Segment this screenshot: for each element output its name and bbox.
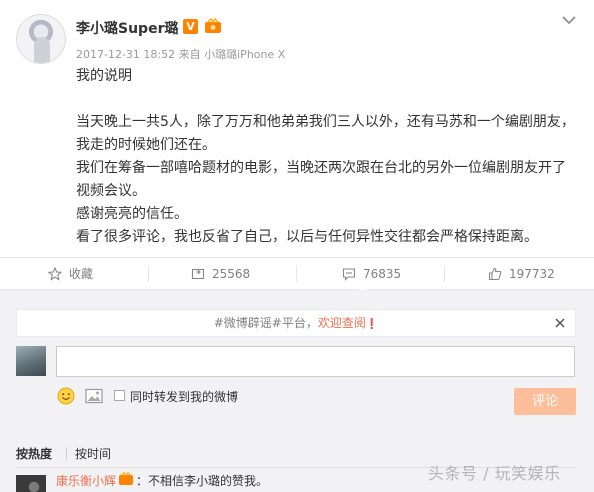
- my-avatar[interactable]: [16, 346, 46, 376]
- post-timestamp[interactable]: 2017-12-31 18:52 来自 小璐璐: [76, 48, 237, 61]
- weibo-post: 李小璐Super璐 V 2017-12-31 18:52 来自 小璐璐iPhon…: [0, 0, 594, 257]
- post-content: 我的说明 当天晚上一共5人，除了万万和他弟弟我们三人以外，还有马苏和一个编剧朋友…: [76, 65, 576, 249]
- comment-text: ：不相信李小璐的赞我。: [136, 474, 269, 488]
- post-paragraph: 我走的时候她们还在。: [76, 137, 216, 153]
- post-paragraph: 我们在筹备一部嘻哈题材的电影，当晚还两次跟在台北的另外一位编剧朋友开了: [76, 160, 566, 176]
- sort-by-time[interactable]: 按时间: [75, 445, 111, 462]
- notice-mark: ❗: [365, 319, 379, 330]
- chevron-down-icon[interactable]: [560, 12, 578, 28]
- favorite-label: 收藏: [69, 267, 94, 281]
- like-icon: [488, 267, 502, 280]
- commenter-avatar[interactable]: [16, 475, 46, 492]
- divider: [296, 266, 297, 282]
- post-meta: 2017-12-31 18:52 来自 小璐璐iPhone X: [76, 46, 285, 62]
- star-icon: [48, 266, 62, 281]
- emoji-icon[interactable]: [57, 387, 75, 405]
- comment-icon: [342, 267, 356, 281]
- like-button[interactable]: 197732: [488, 258, 555, 289]
- like-count: 197732: [509, 266, 555, 281]
- rumor-notice: #微博辟谣#平台，欢迎查阅❗: [16, 309, 576, 337]
- member-icon[interactable]: [204, 18, 222, 34]
- post-paragraph: 看了很多评论，我也反省了自己，以后与任何异性交往都会严格保持距离。: [76, 229, 538, 245]
- divider: [444, 266, 445, 282]
- repost-icon: [191, 268, 205, 279]
- sort-by-hot[interactable]: 按热度: [16, 445, 52, 462]
- picture-icon[interactable]: [85, 388, 103, 404]
- divider: [148, 266, 149, 282]
- post-paragraph: 视频会议。: [76, 183, 146, 199]
- user-avatar[interactable]: [16, 14, 66, 64]
- post-paragraph: 感谢亮亮的信任。: [76, 206, 188, 222]
- member-icon: [119, 472, 133, 485]
- post-paragraph: 我的说明: [76, 68, 132, 84]
- comment-button[interactable]: 76835: [342, 258, 401, 289]
- close-icon[interactable]: [554, 317, 566, 329]
- favorite-button[interactable]: 收藏: [48, 258, 93, 289]
- submit-comment-button[interactable]: 评论: [514, 388, 576, 415]
- repost-checkbox-label[interactable]: 同时转发到我的微博: [130, 388, 238, 405]
- post-paragraph: 当天晚上一共5人，除了万万和他弟弟我们三人以外，还有马苏和一个编剧朋友，: [76, 114, 575, 130]
- repost-button[interactable]: 25568: [191, 258, 250, 289]
- comment-count: 76835: [363, 266, 402, 281]
- notice-text: #微博辟谣#平台，: [213, 316, 318, 330]
- action-bar: 收藏 25568 76835 197732: [0, 257, 594, 295]
- comment-input[interactable]: [56, 346, 575, 377]
- comment-panel: #微博辟谣#平台，欢迎查阅❗ 同时转发到我的微博 评论 按热度 按时间 康乐衡小…: [0, 290, 594, 492]
- commenter-name[interactable]: 康乐衡小辉: [56, 472, 116, 489]
- divider: [66, 447, 67, 460]
- watermark: 头条号 / 玩笑娱乐: [428, 464, 561, 483]
- repost-count: 25568: [212, 266, 251, 281]
- post-device: iPhone X: [237, 48, 286, 61]
- verified-icon: V: [183, 19, 198, 34]
- post-username[interactable]: 李小璐Super璐: [76, 18, 178, 38]
- repost-checkbox[interactable]: [114, 390, 125, 401]
- notice-link[interactable]: 欢迎查阅: [318, 316, 366, 330]
